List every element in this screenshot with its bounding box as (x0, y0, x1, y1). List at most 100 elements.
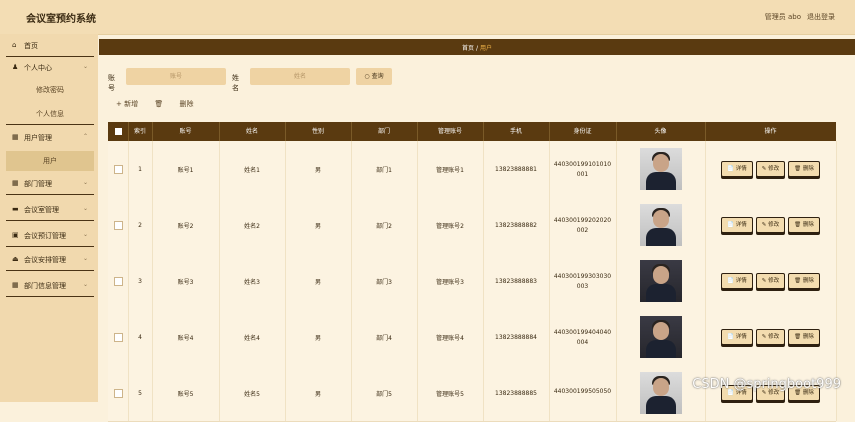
avatar-body (645, 284, 676, 302)
edit-button[interactable]: ✎ 修改 (755, 161, 786, 177)
detail-button[interactable]: 📄 详情 (721, 329, 753, 345)
row-checkbox[interactable] (113, 164, 123, 174)
room-icon: ▬ (12, 205, 19, 213)
row-checkbox[interactable] (113, 276, 123, 286)
sidebar-item-label: 会议预订管理 (24, 232, 66, 240)
cell-phone: 13823888885 (483, 365, 550, 421)
select-all-checkbox[interactable] (114, 128, 122, 135)
trash-icon: 🗑 (794, 222, 803, 228)
cell-index: 5 (128, 365, 153, 421)
cell-actions: 📄 详情 ✎ 修改 🗑 删除 (705, 141, 837, 197)
col-actions: 操作 (764, 128, 777, 135)
cell-account: 账号3 (152, 253, 220, 309)
sidebar-item-room-mgmt[interactable]: ▬ 会议室管理 ⌄ (6, 198, 94, 221)
cell-name: 姓名2 (219, 197, 286, 253)
cell-phone: 13823888883 (483, 253, 550, 309)
search-button-label: 查询 (371, 73, 384, 80)
sidebar-sub-personal-info[interactable]: 个人信息 (6, 104, 94, 125)
sidebar-item-user-mgmt[interactable]: ▦ 用户管理 ⌃ (6, 126, 94, 148)
grid-icon: ▦ (12, 133, 19, 141)
idcard-line-2: 001 (576, 170, 589, 178)
sidebar-item-personal[interactable]: ♟ 个人中心 ⌄ (6, 56, 94, 78)
cell-name: 姓名5 (219, 365, 286, 421)
document-icon: 📄 (727, 166, 736, 172)
sidebar-item-label: 首页 (24, 42, 38, 50)
breadcrumb-bar: 首页 / 用户 (99, 39, 855, 55)
name-input[interactable]: 姓名 (250, 68, 350, 85)
cell-actions: 📄 详情 ✎ 修改 🗑 删除 (705, 309, 837, 365)
cell-admin: 管理账号5 (417, 365, 484, 421)
account-input[interactable]: 账号 (126, 68, 226, 85)
detail-label: 详情 (735, 278, 747, 284)
sidebar-sub-change-password[interactable]: 修改密码 (6, 80, 94, 100)
row-checkbox[interactable] (113, 220, 123, 230)
sidebar-sub-user[interactable]: 用户 (6, 151, 94, 171)
edit-label: 修改 (768, 278, 780, 284)
detail-button[interactable]: 📄 详情 (721, 217, 753, 233)
cell-admin: 管理账号3 (417, 253, 484, 309)
row-checkbox[interactable] (113, 388, 123, 398)
edit-label: 修改 (768, 166, 780, 172)
cell-name: 姓名4 (219, 309, 286, 365)
avatar (639, 260, 682, 302)
col-avatar: 头像 (616, 122, 706, 141)
edit-button[interactable]: ✎ 修改 (755, 273, 786, 289)
user-icon: ♟ (12, 63, 19, 71)
avatar-head (652, 154, 669, 172)
cell-index: 3 (128, 253, 153, 309)
detail-button[interactable]: 📄 详情 (721, 161, 753, 177)
chevron-down-icon: ⌄ (82, 179, 88, 186)
sidebar-item-label: 部门信息管理 (24, 282, 66, 290)
sidebar-item-dept-mgmt[interactable]: ▦ 部门管理 ⌄ (6, 172, 94, 195)
cell-account: 账号2 (152, 197, 220, 253)
col-idcard: 身份证 (549, 122, 617, 141)
avatar (639, 204, 682, 246)
avatar-head (652, 322, 669, 340)
idcard-line-1: 440300199505050 (553, 388, 612, 395)
delete-button[interactable]: 🗑 删除 (788, 161, 820, 177)
delete-button[interactable]: 🗑 删除 (788, 329, 820, 345)
delete-label: 删除 (802, 166, 814, 172)
sidebar-item-arrange-mgmt[interactable]: ⏏ 会议安排管理 ⌄ (6, 248, 94, 271)
sidebar-item-home[interactable]: ⌂ 首页 (6, 34, 94, 57)
search-button[interactable]: ○ 查询 (356, 68, 392, 85)
col-admin: 管理账号 (417, 122, 484, 141)
table-row: 2 账号2 姓名2 男部门2 管理账号2 13823888882 4403001992020… (108, 197, 837, 254)
avatar-body (645, 396, 676, 414)
avatar-head (652, 210, 669, 228)
delete-button[interactable]: 🗑 删除 (788, 273, 820, 289)
col-index: 索引 (128, 122, 153, 141)
delete-selected-button[interactable]: 🗑 删除 (154, 100, 207, 108)
avatar-body (645, 172, 676, 190)
detail-button[interactable]: 📄 详情 (721, 273, 753, 289)
cell-admin: 管理账号4 (417, 309, 484, 365)
table-row: 5 账号5 姓名5 男部门5 管理账号5 13823888885 4403001995050… (108, 365, 837, 422)
grid-icon: ▦ (12, 281, 19, 289)
avatar (639, 372, 682, 414)
breadcrumb-home[interactable]: 首页 (462, 45, 474, 52)
cell-checkbox (108, 197, 129, 253)
edit-label: 修改 (768, 222, 780, 228)
sidebar-item-label: 部门管理 (24, 180, 52, 188)
cell-index: 4 (128, 309, 153, 365)
delete-label: 删除 (802, 278, 814, 284)
edit-button[interactable]: ✎ 修改 (755, 329, 786, 345)
trash-icon: 🗑 (794, 278, 803, 284)
cell-avatar (616, 253, 706, 309)
add-button[interactable]: + 新增 (116, 100, 138, 108)
cell-gender: 男 (285, 253, 352, 309)
calendar-icon: ▣ (12, 231, 19, 239)
idcard-line-2: 003 (576, 282, 589, 290)
sidebar-item-booking-mgmt[interactable]: ▣ 会议预订管理 ⌄ (6, 224, 94, 247)
avatar-body (645, 340, 676, 358)
grid-icon: ▦ (12, 179, 19, 187)
cell-account: 账号1 (152, 141, 220, 197)
logout-link[interactable]: 退出登录 (807, 12, 835, 22)
sidebar-item-label: 个人中心 (24, 64, 52, 72)
edit-button[interactable]: ✎ 修改 (755, 217, 786, 233)
delete-button[interactable]: 🗑 删除 (788, 217, 820, 233)
breadcrumb-current: 用户 (479, 45, 492, 52)
row-checkbox[interactable] (113, 332, 123, 342)
sidebar-item-dept-info-mgmt[interactable]: ▦ 部门信息管理 ⌄ (6, 274, 94, 297)
cell-gender: 男 (285, 365, 352, 421)
